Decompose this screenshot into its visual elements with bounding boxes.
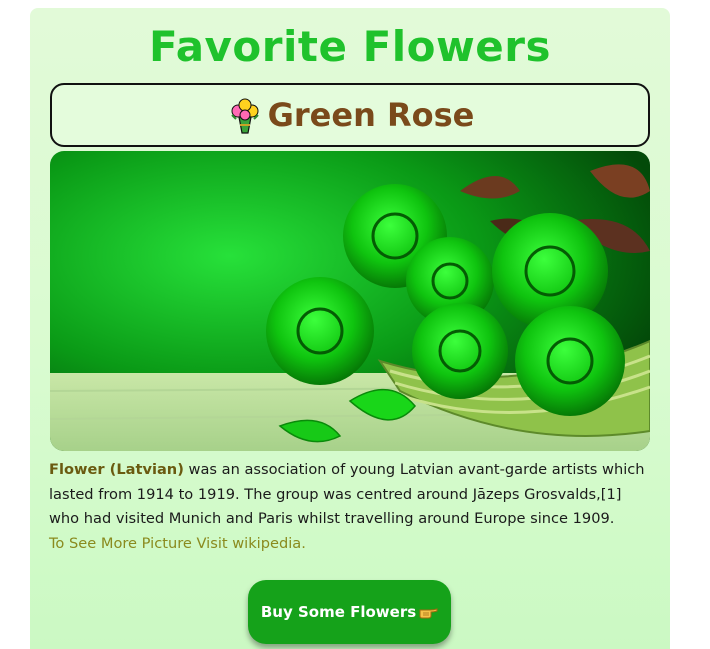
flower-name-box: Green Rose	[50, 83, 650, 147]
buy-button-label: Buy Some Flowers	[260, 603, 417, 621]
wikipedia-link[interactable]: To See More Picture Visit wikipedia.	[49, 535, 306, 552]
flower-name: Green Rose	[267, 96, 475, 134]
pointing-hand-icon	[418, 605, 438, 619]
buy-flowers-button[interactable]: Buy Some Flowers	[248, 580, 451, 644]
bouquet-icon	[226, 95, 264, 135]
flower-description: Flower (Latvian) was an association of y…	[49, 458, 653, 556]
flower-card: Favorite Flowers Green Rose Flower (Latv…	[30, 8, 670, 649]
flower-image	[50, 151, 650, 451]
description-lead: Flower (Latvian)	[49, 461, 184, 478]
page-title: Favorite Flowers	[148, 22, 552, 71]
